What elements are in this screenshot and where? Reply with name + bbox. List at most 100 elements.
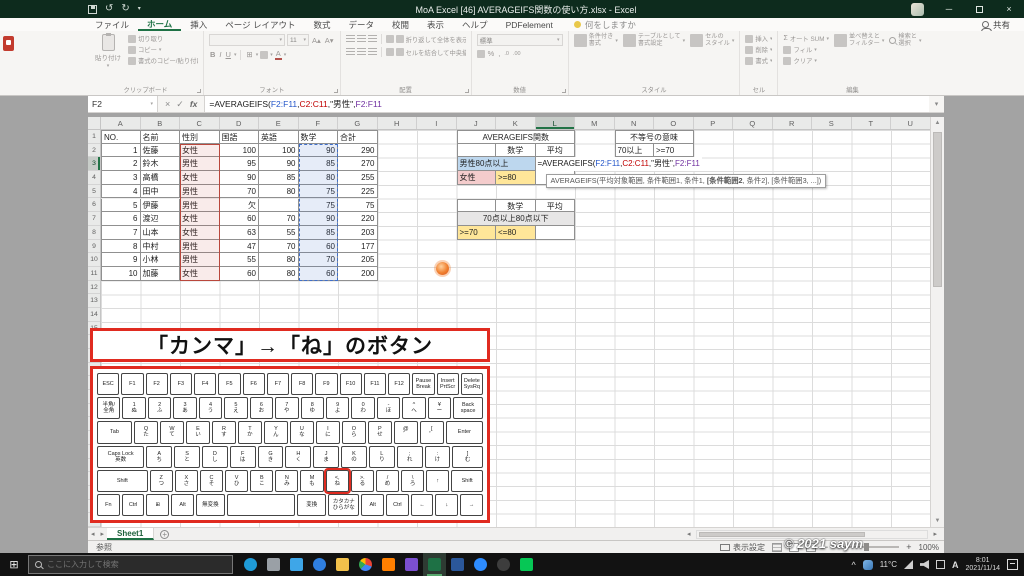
decrease-font-size-icon[interactable]: A▾: [324, 36, 335, 45]
grid-cell[interactable]: 177: [338, 239, 378, 254]
grid-cell[interactable]: [259, 198, 299, 213]
row-header-14[interactable]: 14: [88, 308, 100, 322]
dialog-launcher-icon[interactable]: [333, 89, 338, 93]
italic-button[interactable]: I: [218, 50, 222, 59]
name-box[interactable]: F2 ▾: [88, 96, 158, 112]
column-header-P[interactable]: P: [694, 117, 733, 129]
column-header-H[interactable]: H: [378, 117, 417, 129]
taskbar-icon-line[interactable]: [515, 553, 538, 576]
grid-cell[interactable]: 鈴木: [140, 157, 180, 172]
dialog-launcher-icon[interactable]: [197, 89, 201, 93]
row-header-11[interactable]: 11: [88, 267, 100, 281]
grid-cell[interactable]: 63: [219, 225, 259, 240]
grid-cell[interactable]: 290: [338, 143, 378, 158]
row-header-9[interactable]: 9: [88, 240, 100, 254]
taskbar-icon-task-view[interactable]: [262, 553, 285, 576]
grid-cell[interactable]: 男性: [180, 184, 220, 199]
decrease-indent-icon[interactable]: [385, 48, 394, 56]
column-header-C[interactable]: C: [180, 117, 220, 129]
decrease-decimal-icon[interactable]: .00: [512, 51, 522, 57]
grid-cell[interactable]: 70: [259, 212, 299, 226]
grid-cell[interactable]: 数学: [496, 143, 536, 158]
grid-cell[interactable]: 平均: [535, 143, 575, 158]
column-header-S[interactable]: S: [812, 117, 852, 129]
row-header-1[interactable]: 1: [88, 130, 100, 144]
tab-データ[interactable]: データ: [340, 18, 384, 31]
bold-button[interactable]: B: [209, 50, 216, 59]
sort-filter-button[interactable]: 並べ替えと フィルター ▾: [833, 33, 884, 48]
tab-校閲[interactable]: 校閲: [383, 18, 418, 31]
format-cells-button[interactable]: 書式 ▾: [745, 56, 772, 65]
active-cell-formula[interactable]: =AVERAGEIFS(F2:F11,C2:C11,"男性",F2:F11: [535, 157, 702, 172]
confirm-entry-icon[interactable]: ✓: [176, 99, 184, 110]
taskbar-icon-word[interactable]: [446, 553, 469, 576]
start-button[interactable]: ⊞: [0, 553, 28, 576]
autosum-button[interactable]: Σ オート SUM ▾: [783, 34, 828, 43]
zoom-slider-thumb[interactable]: [864, 543, 870, 551]
grid-cell[interactable]: [456, 143, 496, 158]
column-header-A[interactable]: A: [101, 117, 141, 129]
new-sheet-icon[interactable]: +: [160, 529, 170, 539]
row-header-5[interactable]: 5: [88, 185, 100, 199]
align-left-icon[interactable]: [345, 48, 355, 56]
temperature-label[interactable]: 11°C: [880, 560, 897, 569]
row-header-13[interactable]: 13: [88, 294, 100, 308]
taskbar-icon-edge[interactable]: [308, 553, 331, 576]
tab-ホーム[interactable]: ホーム: [138, 18, 182, 31]
row-header-4[interactable]: 4: [88, 171, 100, 185]
grid-cell[interactable]: >=80: [496, 171, 536, 185]
column-header-U[interactable]: U: [891, 117, 931, 129]
grid-cell[interactable]: 男性: [180, 253, 220, 267]
cut-button[interactable]: 切り取り: [128, 34, 198, 43]
taskbar-icon-obs[interactable]: [492, 553, 515, 576]
grid-cell[interactable]: 性別: [180, 130, 220, 144]
sheet-tab-sheet1[interactable]: Sheet1: [107, 528, 155, 540]
grid-cell[interactable]: 80: [259, 267, 299, 281]
grid-cell[interactable]: 数学: [496, 198, 536, 213]
taskbar-icon-excel[interactable]: [423, 553, 446, 576]
column-header-Q[interactable]: Q: [733, 117, 773, 129]
column-header-I[interactable]: I: [417, 117, 457, 129]
minimize-button[interactable]: ─: [934, 0, 964, 18]
column-header-K[interactable]: K: [496, 117, 536, 129]
grid-cell[interactable]: 220: [338, 212, 378, 226]
row-header-6[interactable]: 6: [88, 198, 100, 213]
grid-cell[interactable]: 女性: [456, 171, 496, 185]
grid-cell[interactable]: 欠: [219, 198, 259, 213]
grid-cell[interactable]: 女性: [180, 212, 220, 226]
format-as-table-button[interactable]: テーブルとして 書式設定 ▾: [622, 33, 685, 48]
grid-cell[interactable]: 70: [259, 239, 299, 254]
grid-cell[interactable]: 伊藤: [140, 198, 180, 213]
grid-cell[interactable]: 270: [338, 157, 378, 172]
taskbar-icon-zoom[interactable]: [469, 553, 492, 576]
fill-color-icon[interactable]: [260, 50, 269, 59]
restore-button[interactable]: [964, 0, 994, 18]
align-center-icon[interactable]: [356, 48, 366, 56]
font-color-icon[interactable]: A: [274, 49, 282, 60]
grid-cell[interactable]: 80: [259, 184, 299, 199]
select-all-corner[interactable]: [88, 117, 101, 130]
format-painter-button[interactable]: 書式のコピー/貼り付け: [128, 56, 198, 65]
dialog-launcher-icon[interactable]: [464, 89, 469, 93]
tab-表示[interactable]: 表示: [418, 18, 453, 31]
share-button[interactable]: 共有: [968, 18, 1024, 33]
grid-cell[interactable]: 1: [101, 143, 141, 158]
clear-button[interactable]: クリア ▾: [783, 56, 828, 65]
grid-cell[interactable]: 47: [219, 239, 259, 254]
increase-font-size-icon[interactable]: A▴: [311, 36, 322, 45]
zoom-level[interactable]: 100%: [919, 543, 939, 552]
font-size-select[interactable]: 11 ▾: [287, 34, 309, 46]
grid-cell[interactable]: 渡辺: [140, 212, 180, 226]
grid-cell[interactable]: 英語: [259, 130, 299, 144]
grid-cell[interactable]: 佐藤: [140, 143, 180, 158]
orientation-icon[interactable]: [385, 35, 394, 43]
grid-cell[interactable]: 5: [101, 198, 141, 213]
column-header-R[interactable]: R: [773, 117, 812, 129]
grid-cell[interactable]: 9: [101, 253, 141, 267]
grid-cell[interactable]: [535, 225, 575, 240]
grid-cell[interactable]: 55: [259, 225, 299, 240]
grid-cell[interactable]: 国語: [219, 130, 259, 144]
grid-cell[interactable]: 男性80点以上: [456, 157, 536, 172]
taskbar-icon-file-explorer[interactable]: [331, 553, 354, 576]
grid-cell[interactable]: 100: [219, 143, 259, 158]
